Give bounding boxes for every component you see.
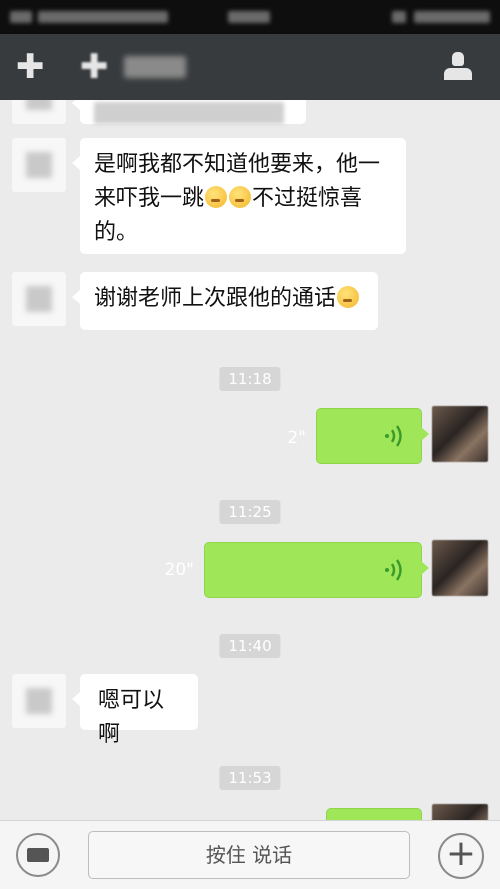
message-text: 嗯可以啊	[98, 688, 165, 747]
timestamp: 11:18	[219, 367, 281, 391]
timestamp: 11:40	[219, 634, 281, 658]
chat-title	[124, 56, 186, 78]
keyboard-toggle-button[interactable]	[16, 833, 60, 877]
message-bubble: 谢谢老师上次跟他的通话	[72, 272, 378, 330]
profile-icon[interactable]	[444, 52, 472, 84]
message-bubble-cut	[72, 100, 306, 124]
voice-message-bubble[interactable]	[326, 808, 422, 820]
input-bar: 按住 说话 +	[0, 820, 500, 889]
press-to-talk-button[interactable]: 按住 说话	[88, 831, 410, 879]
timestamp: 11:53	[219, 766, 281, 790]
status-info	[414, 11, 490, 23]
plus-icon: +	[445, 833, 477, 874]
status-bar	[0, 0, 500, 34]
title-bar: ✚ ✚	[0, 34, 500, 100]
message-line: 来吓我一跳 不过挺惊喜	[94, 182, 392, 216]
message-bubble: 嗯可以啊	[72, 674, 198, 747]
thinking-emoji-icon	[229, 186, 252, 208]
message-text: 谢谢老师上次跟他的通话	[94, 286, 337, 311]
voice-message-bubble[interactable]	[316, 408, 429, 464]
cut-text	[94, 102, 284, 124]
message-line: 的。	[94, 220, 139, 245]
signal-icon	[10, 11, 32, 23]
more-options-button[interactable]: +	[438, 833, 484, 879]
contact-avatar[interactable]	[12, 674, 66, 728]
voice-duration: 2"	[287, 428, 306, 448]
carrier-info	[38, 11, 168, 23]
contact-avatar[interactable]	[12, 100, 66, 124]
voice-message-bubble[interactable]	[204, 542, 429, 598]
contact-avatar[interactable]	[12, 138, 66, 192]
thinking-emoji-icon	[205, 186, 228, 208]
keyboard-icon	[27, 848, 49, 862]
voice-wave-icon	[385, 425, 402, 447]
voice-duration: 20"	[164, 560, 194, 580]
voice-wave-icon	[385, 559, 402, 581]
message-text: 不过挺惊喜	[252, 186, 363, 211]
message-line: 是啊我都不知道他要来，他一	[94, 152, 381, 177]
battery-icon	[392, 11, 406, 23]
user-avatar[interactable]	[432, 804, 488, 820]
message-bubble: 是啊我都不知道他要来，他一 来吓我一跳 不过挺惊喜 的。	[72, 138, 406, 254]
kiss-emoji-icon	[337, 286, 360, 308]
back-icon[interactable]: ✚	[16, 50, 45, 84]
chat-area: 是啊我都不知道他要来，他一 来吓我一跳 不过挺惊喜 的。 谢谢老师上次跟他的通话 …	[0, 100, 500, 820]
message-text: 来吓我一跳	[94, 186, 205, 211]
status-time	[228, 11, 270, 23]
contact-avatar[interactable]	[12, 272, 66, 326]
user-avatar[interactable]	[432, 540, 488, 596]
user-avatar[interactable]	[432, 406, 488, 462]
contact-icon: ✚	[80, 47, 109, 87]
timestamp: 11:25	[219, 500, 281, 524]
